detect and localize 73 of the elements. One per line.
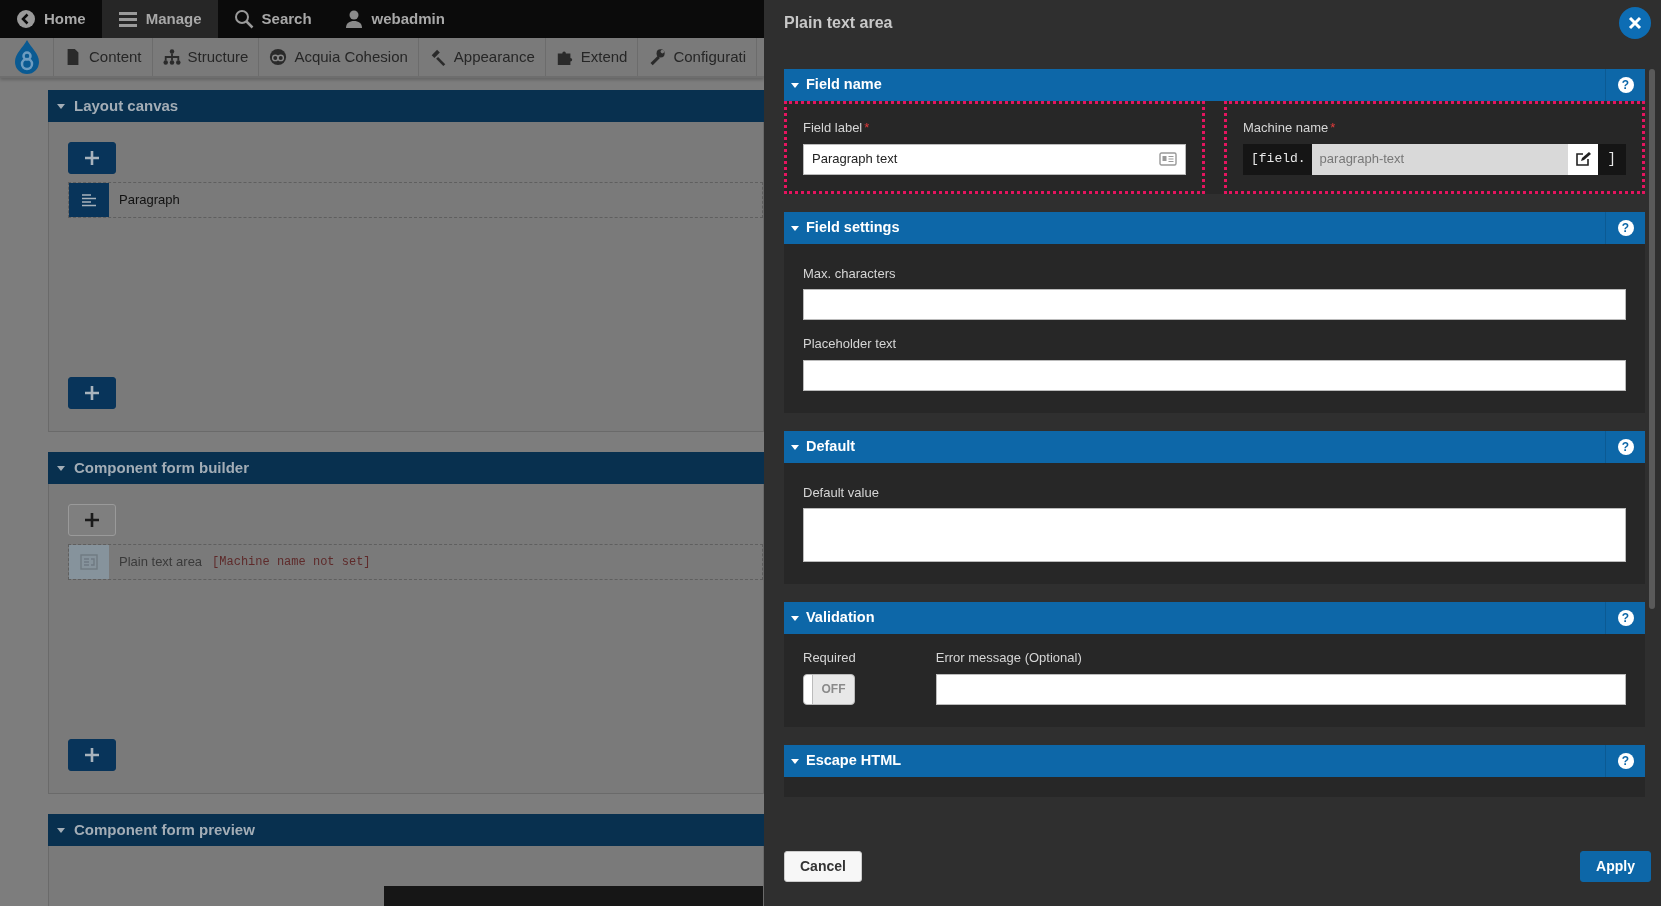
field-label: Max. characters — [803, 264, 896, 283]
field-label: Error message (Optional) — [935, 649, 1082, 667]
component-item[interactable]: Paragraph — [68, 182, 763, 218]
form-icon — [80, 554, 98, 570]
machine-suffix: ] — [1606, 149, 1617, 169]
caret-icon — [790, 80, 800, 90]
machine-prefix: [field. — [1250, 150, 1307, 169]
plus-icon — [84, 512, 100, 528]
section-header[interactable]: Field name ? — [784, 69, 1645, 101]
section-header[interactable]: Default ? — [784, 430, 1645, 463]
add-button[interactable] — [68, 739, 116, 771]
admin-menu-link[interactable]: Structure — [152, 38, 260, 76]
admin-menu-link[interactable]: Acquia Cohesion — [259, 38, 419, 76]
text-field[interactable] — [803, 359, 1626, 391]
id-card-icon — [1159, 152, 1177, 166]
section-header[interactable]: Field settings ? — [784, 211, 1645, 244]
panel-header[interactable]: Component form preview — [48, 814, 764, 846]
textarea-field[interactable] — [803, 508, 1626, 562]
add-button[interactable] — [68, 377, 116, 409]
admin-menu-link[interactable]: Content — [54, 38, 153, 76]
wrench-icon — [648, 48, 667, 66]
item-label: Plain text area — [119, 553, 203, 572]
cancel-button[interactable]: Cancel — [784, 850, 862, 882]
text-field[interactable] — [803, 289, 1626, 320]
menu-icon — [117, 9, 138, 29]
toolbar-tab[interactable]: Manage — [101, 0, 218, 38]
field-label: Machine name — [1243, 119, 1329, 137]
toolbar-tab[interactable]: webadmin — [327, 0, 461, 38]
admin-menu-link[interactable]: Appearance — [418, 38, 546, 76]
admin-menu-link[interactable]: Extend — [545, 38, 639, 76]
machine-name-field[interactable]: paragraph-text — [1311, 143, 1568, 175]
caret-icon — [790, 613, 800, 623]
field-label: Field label — [803, 119, 863, 137]
add-button[interactable] — [68, 142, 116, 174]
toolbar-tab[interactable]: Search — [217, 0, 328, 38]
caret-icon — [56, 101, 66, 111]
close-button[interactable] — [1619, 7, 1651, 39]
text-field[interactable]: Paragraph text — [803, 143, 1186, 175]
admin-menu-link[interactable]: Configurati — [638, 38, 757, 76]
search-icon — [233, 9, 254, 29]
panel-header[interactable]: Layout canvas — [48, 90, 764, 122]
help-button[interactable]: ? — [1617, 77, 1634, 93]
required-mark: * — [864, 119, 870, 137]
edit-icon — [1574, 151, 1591, 167]
text-field[interactable] — [935, 673, 1626, 705]
modal-title: Plain text area — [784, 13, 893, 33]
panel-header[interactable]: Component form builder — [48, 452, 764, 484]
toolbar-tab[interactable]: Home — [0, 0, 102, 38]
section-header[interactable]: Escape HTML ? — [784, 744, 1645, 777]
field-label: Placeholder text — [803, 335, 897, 353]
help-button[interactable]: ? — [1617, 219, 1634, 236]
plus-icon — [84, 150, 100, 166]
apply-button[interactable]: Apply — [1580, 850, 1651, 882]
field-label: Default value — [803, 483, 879, 502]
help-button[interactable]: ? — [1617, 752, 1634, 769]
edit-button[interactable] — [1567, 143, 1598, 175]
field-label: Required — [803, 649, 856, 667]
hierarchy-icon — [162, 48, 181, 66]
user-icon — [343, 9, 364, 29]
machine-name-note: [Machine name not set] — [212, 554, 371, 571]
add-button[interactable] — [68, 504, 116, 536]
paragraph-lines-icon — [81, 193, 97, 207]
item-label: Paragraph — [119, 191, 180, 210]
plus-icon — [84, 385, 100, 401]
required-mark: * — [1330, 119, 1336, 137]
help-button[interactable]: ? — [1617, 438, 1634, 455]
plus-icon — [84, 747, 100, 763]
cohesion-logo-icon — [269, 48, 288, 66]
caret-icon — [56, 825, 66, 835]
section-header[interactable]: Validation ? — [784, 602, 1645, 634]
close-icon — [1628, 16, 1642, 30]
caret-icon — [56, 463, 66, 473]
help-button[interactable]: ? — [1617, 610, 1634, 626]
